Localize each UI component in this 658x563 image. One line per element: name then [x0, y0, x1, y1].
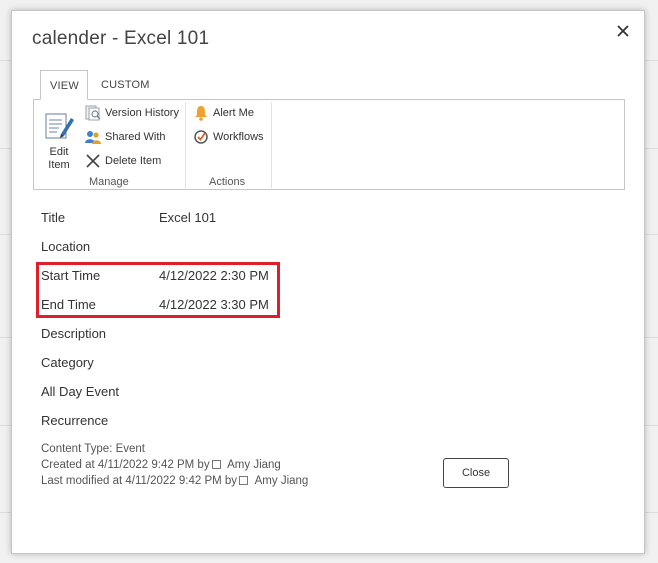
- tab-custom-commands[interactable]: CUSTOM COMMANDS: [101, 70, 168, 121]
- bell-icon: [195, 106, 207, 121]
- ribbon-group-divider: [271, 102, 272, 188]
- ribbon-group-divider: [185, 102, 186, 188]
- alert-me-button[interactable]: Alert Me: [193, 104, 254, 122]
- alert-me-label: Alert Me: [213, 107, 254, 119]
- tab-view[interactable]: VIEW: [40, 70, 88, 100]
- manage-group-label: Manage: [89, 176, 129, 188]
- close-icon[interactable]: [614, 22, 632, 40]
- version-history-button[interactable]: Version History: [85, 104, 179, 122]
- field-label-all-day-event: All Day Event: [41, 384, 120, 399]
- created-at-text: Created at 4/11/2022 9:42 PM by: [41, 459, 210, 471]
- edit-item-icon: [45, 113, 74, 139]
- modified-line: Last modified at 4/11/2022 9:42 PM by Am…: [41, 475, 308, 487]
- field-label-description: Description: [41, 326, 107, 341]
- highlight-box: [36, 262, 280, 318]
- created-line: Created at 4/11/2022 9:42 PM by Amy Jian…: [41, 459, 281, 471]
- delete-icon: [86, 154, 100, 168]
- version-history-label: Version History: [105, 107, 179, 119]
- field-label-recurrence: Recurrence: [41, 413, 109, 428]
- ribbon: Edit Item Version History Shared With De…: [33, 99, 625, 190]
- presence-indicator-icon: [211, 460, 221, 469]
- workflows-label: Workflows: [213, 131, 264, 143]
- edit-item-label-line1: Edit: [49, 146, 69, 158]
- delete-item-button[interactable]: Delete Item: [85, 152, 161, 170]
- close-button[interactable]: Close: [443, 458, 509, 488]
- shared-with-button[interactable]: Shared With: [85, 128, 166, 146]
- created-by-user[interactable]: Amy Jiang: [227, 459, 281, 471]
- field-value-title: Excel 101: [159, 210, 217, 225]
- actions-group-label: Actions: [209, 176, 246, 188]
- edit-item-button[interactable]: Edit Item: [42, 110, 76, 171]
- edit-item-label-line2: Item: [48, 159, 70, 171]
- item-dialog: calender - Excel 101 VIEW CUSTOM COMMAND…: [11, 10, 645, 554]
- workflows-icon: [194, 130, 208, 144]
- field-label-location: Location: [41, 239, 91, 254]
- workflows-button[interactable]: Workflows: [193, 128, 264, 146]
- shared-with-label: Shared With: [105, 131, 166, 143]
- shared-with-icon: [85, 131, 101, 144]
- field-label-title: Title: [41, 210, 66, 225]
- version-history-icon: [85, 105, 101, 121]
- modified-by-user[interactable]: Amy Jiang: [255, 475, 309, 487]
- content-type: Content Type: Event: [41, 443, 145, 455]
- dialog-title: calender - Excel 101: [32, 28, 210, 49]
- modified-at-text: Last modified at 4/11/2022 9:42 PM by: [41, 475, 238, 487]
- field-label-category: Category: [41, 355, 94, 370]
- presence-indicator-icon: [239, 476, 249, 485]
- delete-item-label: Delete Item: [105, 155, 162, 167]
